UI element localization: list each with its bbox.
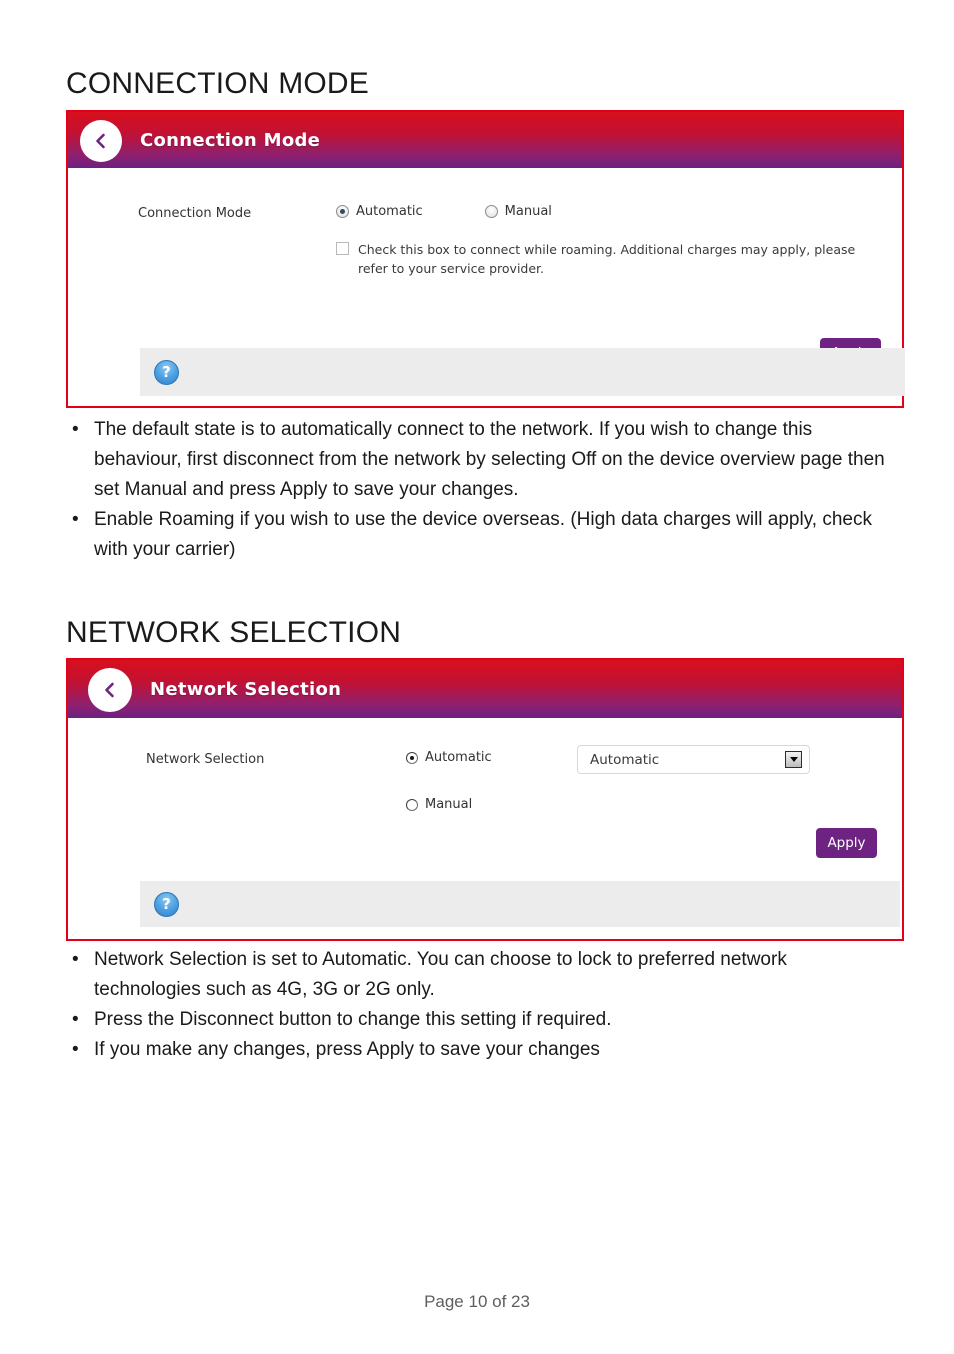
field-label-connection-mode: Connection Mode <box>138 206 252 221</box>
list-item: Enable Roaming if you wish to use the de… <box>66 505 898 565</box>
document-page: CONNECTION MODE Connection Mode Connecti… <box>0 0 954 1354</box>
field-label-network-selection: Network Selection <box>146 752 265 767</box>
radio-automatic[interactable]: Automatic <box>336 204 423 219</box>
network-selection-radio-group: Automatic Manual <box>406 750 492 812</box>
caret-down-icon[interactable] <box>785 751 802 768</box>
panel-title: Network Selection <box>150 678 342 700</box>
bullet-list-network-selection: Network Selection is set to Automatic. Y… <box>66 945 898 1065</box>
chevron-left-icon <box>91 131 111 151</box>
radio-automatic[interactable]: Automatic <box>406 750 492 765</box>
connection-mode-radio-group: Automatic Manual <box>336 204 552 219</box>
radio-automatic-indicator <box>406 751 418 764</box>
radio-manual[interactable]: Manual <box>484 204 552 219</box>
question-mark-icon[interactable]: ? <box>154 359 179 385</box>
radio-manual-label: Manual <box>504 204 552 219</box>
panel-header-connection-mode: Connection Mode <box>68 112 902 168</box>
panel-body-network-selection: Network Selection Automatic Manual Autom… <box>68 718 902 881</box>
roaming-checkbox-row[interactable]: Check this box to connect while roaming.… <box>336 240 856 278</box>
network-selection-dropdown-value: Automatic <box>590 751 660 768</box>
section-heading-connection-mode: CONNECTION MODE <box>66 67 369 100</box>
roaming-checkbox-label: Check this box to connect while roaming.… <box>358 242 856 276</box>
radio-automatic-indicator <box>336 205 349 218</box>
back-button[interactable] <box>80 120 122 162</box>
radio-automatic-label: Automatic <box>356 204 423 219</box>
apply-button[interactable]: Apply <box>816 828 877 858</box>
radio-manual-label: Manual <box>425 797 473 812</box>
back-button[interactable] <box>88 668 132 712</box>
panel-title: Connection Mode <box>140 129 321 151</box>
roaming-checkbox[interactable] <box>336 242 349 255</box>
list-item: Press the Disconnect button to change th… <box>66 1005 898 1035</box>
radio-manual[interactable]: Manual <box>406 797 492 812</box>
question-mark-icon[interactable]: ? <box>154 891 179 917</box>
network-selection-dropdown[interactable]: Automatic <box>577 745 810 774</box>
section-heading-network-selection: NETWORK SELECTION <box>66 616 402 649</box>
list-item: If you make any changes, press Apply to … <box>66 1035 898 1065</box>
radio-manual-indicator <box>406 798 418 811</box>
bullet-list-connection-mode: The default state is to automatically co… <box>66 415 898 565</box>
help-bar-connection-mode: ? <box>140 348 905 396</box>
panel-header-network-selection: Network Selection <box>68 660 902 718</box>
help-bar-network-selection: ? <box>140 881 900 927</box>
radio-manual-indicator <box>484 205 498 218</box>
page-footer: Page 10 of 23 <box>424 1292 530 1311</box>
connection-mode-panel: Connection Mode Connection Mode Automati… <box>66 110 905 408</box>
list-item: Network Selection is set to Automatic. Y… <box>66 945 898 1005</box>
radio-automatic-label: Automatic <box>425 750 492 765</box>
network-selection-panel: Network Selection Network Selection Auto… <box>66 658 904 941</box>
list-item: The default state is to automatically co… <box>66 415 898 505</box>
chevron-left-icon <box>100 680 120 700</box>
